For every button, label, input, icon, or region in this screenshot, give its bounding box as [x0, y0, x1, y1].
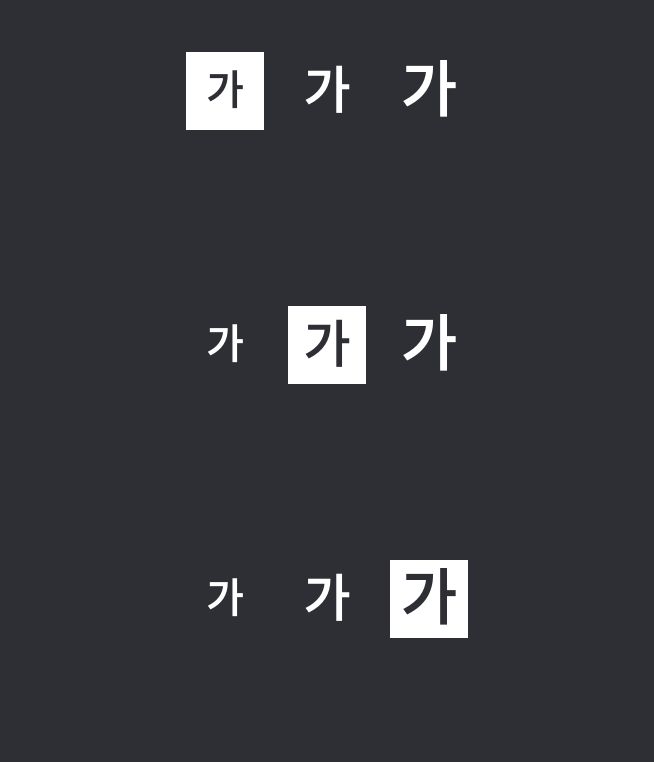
font-size-small-option[interactable]: 가: [186, 52, 264, 130]
font-size-large-option[interactable]: 가: [390, 560, 468, 638]
font-size-small-option[interactable]: 가: [186, 306, 264, 384]
font-size-medium-option[interactable]: 가: [288, 560, 366, 638]
font-size-selector-row-2: 가 가 가: [0, 306, 654, 384]
font-size-large-option[interactable]: 가: [390, 306, 468, 384]
font-size-large-option[interactable]: 가: [390, 52, 468, 130]
font-size-small-option[interactable]: 가: [186, 560, 264, 638]
font-size-selector-row-3: 가 가 가: [0, 560, 654, 638]
font-size-selector-row-1: 가 가 가: [0, 52, 654, 130]
font-size-medium-option[interactable]: 가: [288, 306, 366, 384]
font-size-medium-option[interactable]: 가: [288, 52, 366, 130]
